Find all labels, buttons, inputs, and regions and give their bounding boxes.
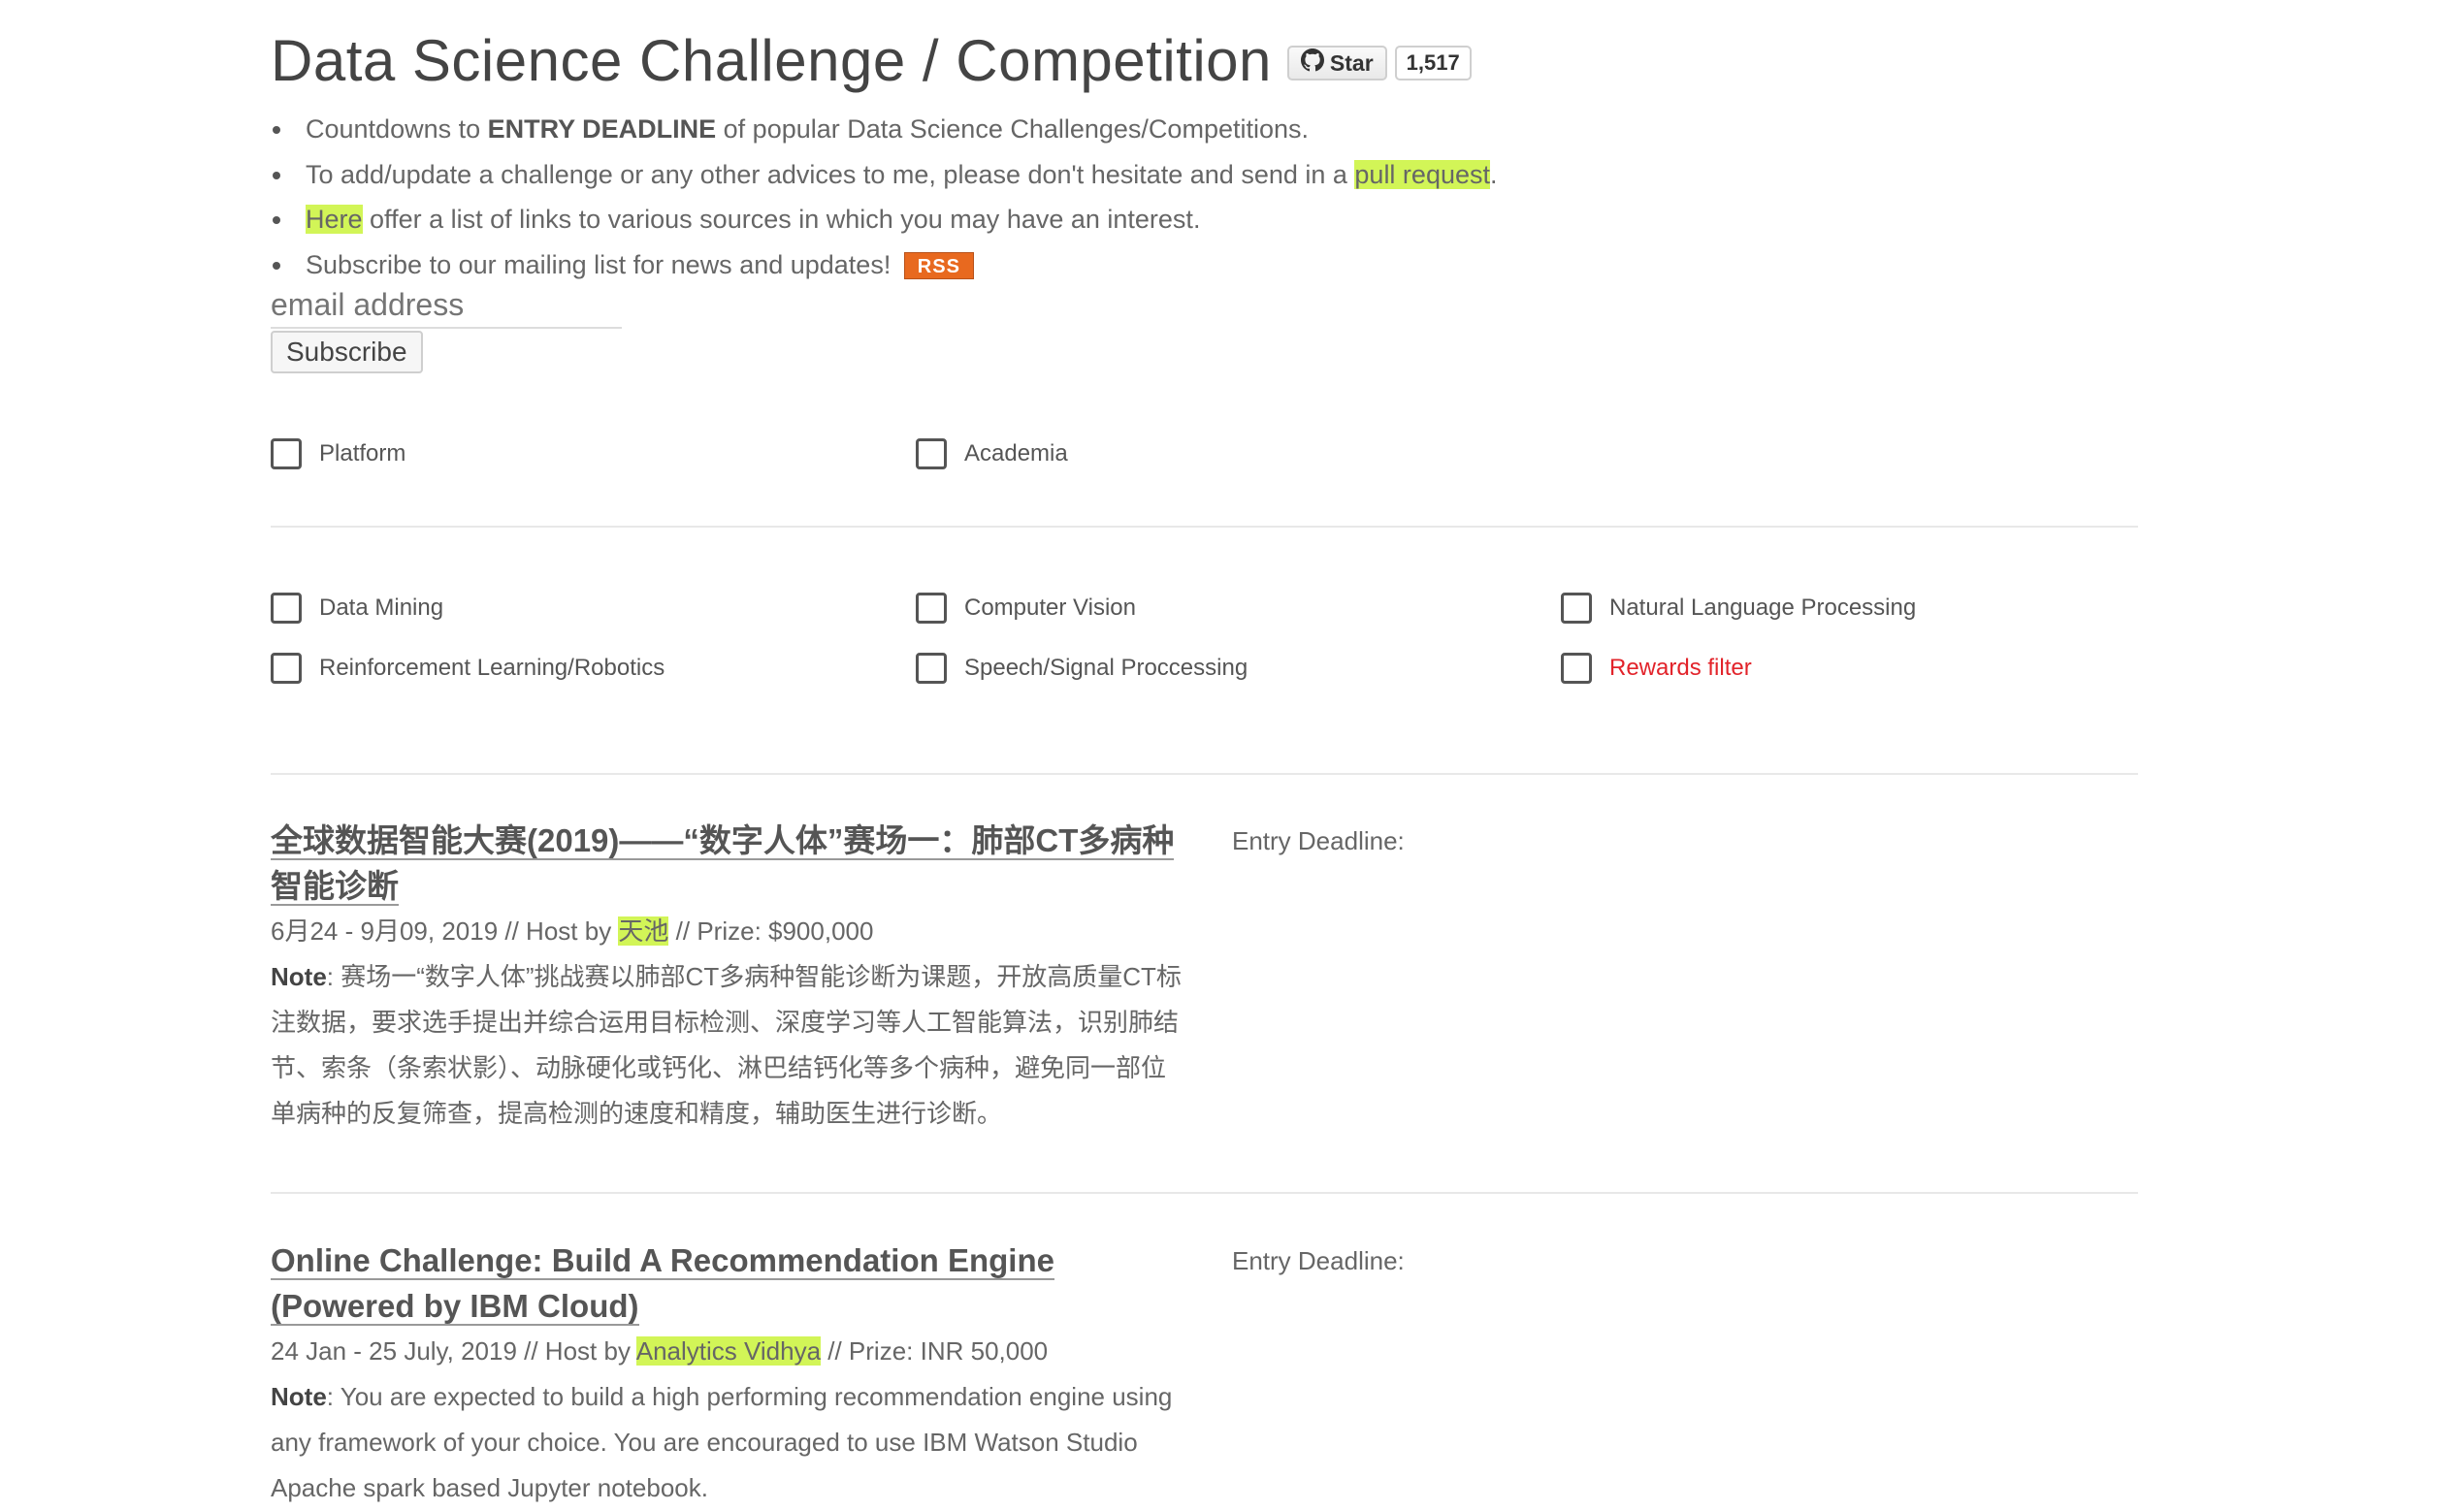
filter-label: Speech/Signal Proccessing bbox=[964, 655, 1248, 681]
intro-item: Here offer a list of links to various so… bbox=[271, 197, 2138, 242]
entry-note: Note: 赛场一“数字人体”挑战赛以肺部CT多病种智能诊断为课题，开放高质量C… bbox=[271, 954, 1183, 1137]
pull-request-link[interactable]: pull request bbox=[1354, 159, 1490, 189]
entry-title: Online Challenge: Build A Recommendation… bbox=[271, 1238, 1183, 1329]
note-label: Note bbox=[271, 1382, 327, 1411]
filter-label: Academia bbox=[964, 440, 1068, 466]
checkbox[interactable] bbox=[916, 653, 947, 684]
filter-reinforcement-learning[interactable]: Reinforcement Learning/Robotics bbox=[271, 653, 665, 684]
page-title: Data Science Challenge / Competition bbox=[271, 28, 1272, 93]
entry-dates: 6月24 - 9月09, 2019 // Host by bbox=[271, 916, 619, 946]
checkbox[interactable] bbox=[271, 593, 302, 624]
subscribe-button[interactable]: Subscribe bbox=[271, 331, 423, 373]
filter-nlp[interactable]: Natural Language Processing bbox=[1561, 593, 1916, 624]
divider bbox=[271, 1192, 2138, 1194]
title-row: Data Science Challenge / Competition Sta… bbox=[271, 27, 2138, 95]
rss-icon[interactable]: RSS bbox=[903, 252, 974, 280]
filter-label: Computer Vision bbox=[964, 595, 1136, 621]
filter-label: Natural Language Processing bbox=[1609, 595, 1917, 621]
checkbox[interactable] bbox=[271, 438, 302, 469]
email-input[interactable] bbox=[271, 287, 622, 329]
star-label: Star bbox=[1329, 49, 1374, 76]
star-count[interactable]: 1,517 bbox=[1394, 46, 1472, 80]
checkbox[interactable] bbox=[916, 593, 947, 624]
entry-dates: 24 Jan - 25 July, 2019 // Host by bbox=[271, 1336, 636, 1366]
intro-item: Subscribe to our mailing list for news a… bbox=[271, 242, 2138, 288]
filter-label: Rewards filter bbox=[1609, 655, 1752, 681]
filter-label: Data Mining bbox=[319, 595, 444, 621]
filter-platform[interactable]: Platform bbox=[271, 438, 405, 469]
filter-label: Reinforcement Learning/Robotics bbox=[319, 655, 665, 681]
filter-data-mining[interactable]: Data Mining bbox=[271, 593, 443, 624]
challenge-entry: Online Challenge: Build A Recommendation… bbox=[271, 1238, 1183, 1511]
entry-title: 全球数据智能大赛(2019)——“数字人体”赛场一：肺部CT多病种智能诊断 bbox=[271, 818, 1183, 909]
page: Data Science Challenge / Competition Sta… bbox=[0, 0, 2464, 1502]
intro-item: To add/update a challenge or any other a… bbox=[271, 152, 2138, 198]
entry-title-link[interactable]: 全球数据智能大赛(2019)——“数字人体”赛场一：肺部CT多病种智能诊断 bbox=[271, 822, 1175, 906]
entry-deadline: Entry Deadline: bbox=[1232, 826, 1405, 855]
note-text: : 赛场一“数字人体”挑战赛以肺部CT多病种智能诊断为课题，开放高质量CT标注数… bbox=[271, 962, 1182, 1128]
here-link[interactable]: Here bbox=[306, 205, 363, 234]
entry-note: Note: You are expected to build a high p… bbox=[271, 1374, 1183, 1511]
entry-prize: // Prize: INR 50,000 bbox=[821, 1336, 1049, 1366]
entry-deadline: Entry Deadline: bbox=[1232, 1246, 1405, 1275]
host-link[interactable]: Analytics Vidhya bbox=[635, 1336, 822, 1366]
challenge-entry: 全球数据智能大赛(2019)——“数字人体”赛场一：肺部CT多病种智能诊断 6月… bbox=[271, 818, 1183, 1137]
filter-rewards[interactable]: Rewards filter bbox=[1561, 653, 1752, 684]
checkbox[interactable] bbox=[1561, 653, 1592, 684]
filter-speech-signal[interactable]: Speech/Signal Proccessing bbox=[916, 653, 1248, 684]
filter-computer-vision[interactable]: Computer Vision bbox=[916, 593, 1136, 624]
filter-academia[interactable]: Academia bbox=[916, 438, 1068, 469]
intro-text: Subscribe to our mailing list for news a… bbox=[306, 249, 892, 279]
github-star-widget: Star 1,517 bbox=[1286, 46, 1472, 80]
entry-meta: 24 Jan - 25 July, 2019 // Host by Analyt… bbox=[271, 1329, 1183, 1374]
intro-text: Countdowns to bbox=[306, 114, 488, 144]
host-link[interactable]: 天池 bbox=[618, 916, 669, 946]
intro-item: Countdowns to ENTRY DEADLINE of popular … bbox=[271, 107, 2138, 152]
github-icon bbox=[1300, 48, 1324, 78]
checkbox[interactable] bbox=[916, 438, 947, 469]
intro-text: of popular Data Science Challenges/Compe… bbox=[716, 114, 1310, 144]
entry-meta: 6月24 - 9月09, 2019 // Host by 天池 // Prize… bbox=[271, 909, 1183, 954]
divider bbox=[271, 526, 2138, 528]
entry-prize: // Prize: $900,000 bbox=[668, 916, 874, 946]
intro-text: offer a list of links to various sources… bbox=[362, 205, 1201, 234]
header-section: Data Science Challenge / Competition Sta… bbox=[271, 0, 2138, 373]
filter-label: Platform bbox=[319, 440, 406, 466]
entry-title-link[interactable]: Online Challenge: Build A Recommendation… bbox=[271, 1242, 1054, 1326]
divider bbox=[271, 773, 2138, 775]
checkbox[interactable] bbox=[1561, 593, 1592, 624]
note-label: Note bbox=[271, 962, 327, 991]
github-star-button[interactable]: Star bbox=[1286, 46, 1387, 80]
intro-text: . bbox=[1490, 159, 1498, 189]
intro-text: To add/update a challenge or any other a… bbox=[306, 159, 1355, 189]
intro-list: Countdowns to ENTRY DEADLINE of popular … bbox=[271, 107, 2138, 287]
note-text: : You are expected to build a high perfo… bbox=[271, 1382, 1173, 1502]
checkbox[interactable] bbox=[271, 653, 302, 684]
entry-deadline-bold: ENTRY DEADLINE bbox=[487, 114, 717, 144]
